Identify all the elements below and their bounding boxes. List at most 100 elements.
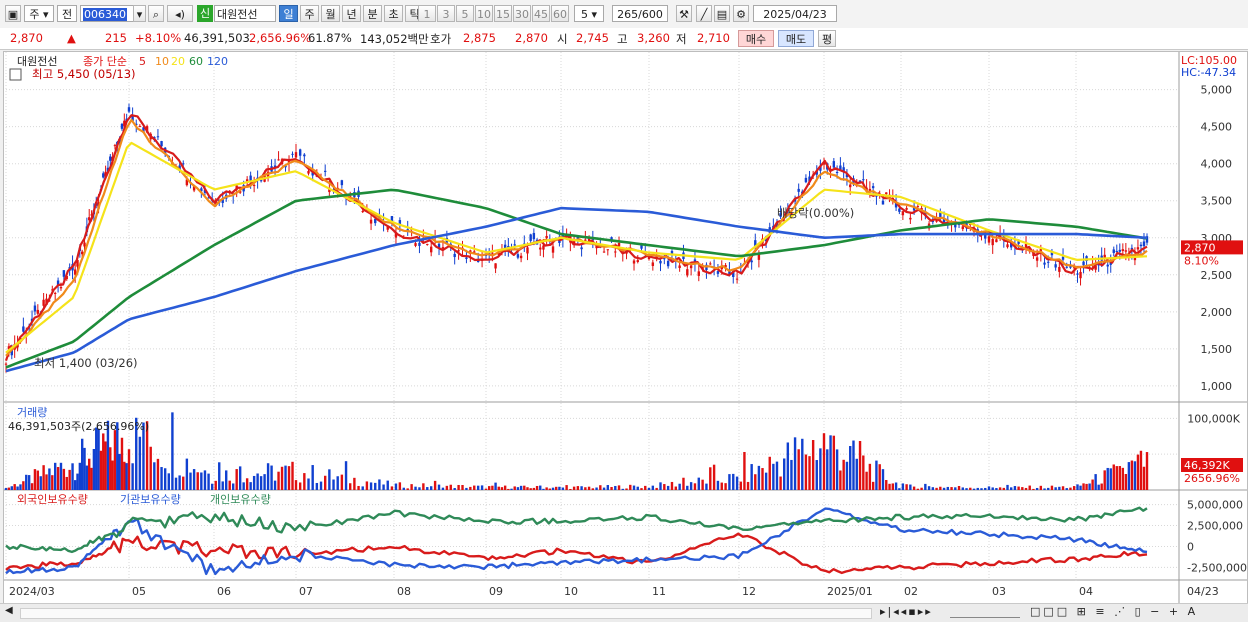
period-tab-3[interactable]: 년 [342, 5, 361, 22]
ask-price: 2,875 [463, 31, 496, 45]
interval-button-10[interactable]: 10 [475, 5, 493, 22]
interval-button-30[interactable]: 30 [513, 5, 531, 22]
tool-icons[interactable]: □□□ ⊞ ≡ ⋰ ▯ − + A [1030, 605, 1198, 618]
volume-bar [797, 449, 800, 490]
volume-bar [171, 412, 174, 490]
volume-bar [920, 487, 923, 490]
volume-bar [303, 473, 306, 490]
volume-bar [826, 449, 829, 490]
sound-icon[interactable]: ◂) [167, 5, 193, 22]
interval-select[interactable]: 5 ▾ [574, 5, 604, 22]
volume-bar [878, 464, 881, 490]
draw-icon[interactable]: ╱ [696, 5, 712, 22]
save-icon[interactable]: ▤ [714, 5, 730, 22]
code-dropdown-icon[interactable]: ▾ [133, 5, 146, 22]
zoom-slider[interactable] [950, 608, 1020, 618]
volume-bar [307, 478, 310, 490]
search-icon[interactable]: ⌕ [148, 5, 164, 22]
period-tab-0[interactable]: 일 [279, 5, 298, 22]
price-tick-label: 1,500 [1201, 343, 1233, 356]
stock-chart[interactable]: 5,0004,5004,0003,5003,0002,5002,0001,500… [4, 52, 1247, 604]
volume-bar [674, 486, 678, 490]
playback-controls-icon[interactable]: ▸|◂◂▪▸▸ [880, 605, 933, 618]
volume-bar [732, 473, 735, 490]
volume-bar [59, 462, 63, 490]
volume-bar [88, 458, 91, 490]
volume-bar [728, 474, 731, 490]
period-tab-1[interactable]: 주 [300, 5, 319, 22]
interval-button-15[interactable]: 15 [494, 5, 512, 22]
scroll-left-icon[interactable]: ◀ [5, 605, 13, 616]
count-field[interactable]: 265/600 [612, 5, 668, 22]
candle-body [4, 363, 8, 365]
candle-body [961, 226, 964, 230]
candle-body [804, 177, 808, 183]
interval-button-5[interactable]: 5 [456, 5, 474, 22]
volume-bar [1094, 474, 1097, 490]
candle-body [414, 243, 417, 246]
stock-name-field[interactable]: 대원전선 [214, 5, 276, 22]
volume-bar [516, 487, 520, 490]
volume-bar [862, 455, 865, 490]
volume-tick-label: 100,000K [1187, 412, 1240, 425]
candle-body [602, 251, 606, 253]
open-price: 2,745 [576, 31, 609, 45]
period-tab-4[interactable]: 분 [363, 5, 382, 22]
type-select[interactable]: 주 ▾ [24, 5, 54, 22]
layout-icon[interactable]: ▣ [5, 5, 21, 22]
candle-body [1106, 264, 1109, 267]
candle-body [291, 153, 294, 155]
candle-body [1058, 266, 1061, 272]
volume-bar [178, 475, 181, 490]
volume-bar [587, 486, 591, 490]
volume-bar [666, 485, 670, 490]
interval-button-1[interactable]: 1 [418, 5, 436, 22]
buy-button[interactable]: 매수 [738, 30, 774, 47]
new-badge: 신 [197, 5, 213, 22]
eval-button[interactable]: 평 [818, 30, 836, 47]
volume-bar [1010, 487, 1013, 490]
volume-bar [716, 480, 720, 490]
current-price: 2,870 [10, 31, 43, 45]
volume-bar [804, 454, 808, 490]
indicator-icon[interactable]: ⚒ [676, 5, 692, 22]
code-input[interactable]: 006340 [80, 5, 140, 22]
volume-bar [361, 486, 364, 490]
interval-button-3[interactable]: 3 [437, 5, 455, 22]
volume-bar [487, 486, 491, 490]
volume-bar [369, 482, 373, 490]
volume-bar [51, 475, 54, 490]
holding-tick-label: -2,500,000 [1187, 561, 1247, 574]
bottom-scrollbar[interactable]: ◀ ▸|◂◂▪▸▸ □□□ ⊞ ≡ ⋰ ▯ − + A [0, 603, 1248, 622]
x-tick-label: 04/23 [1187, 585, 1219, 598]
volume-bar [429, 486, 433, 490]
x-tick-label: 12 [742, 585, 756, 598]
period-tab-5[interactable]: 초 [384, 5, 403, 22]
period-tab-2[interactable]: 월 [321, 5, 340, 22]
chart-area[interactable]: 5,000 4,500 4,000 3,500 3,000 2,500 2,000 1,500… [3, 51, 1248, 605]
volume-bar [625, 488, 628, 490]
volume-bar [532, 487, 536, 490]
sell-button[interactable]: 매도 [778, 30, 814, 47]
volume-bar [632, 485, 636, 490]
volume-bar [102, 433, 105, 490]
candle-body [1043, 262, 1046, 265]
volume-bar [90, 467, 93, 490]
volume-bar [263, 474, 266, 490]
candle-body [750, 260, 753, 263]
scroll-track[interactable] [20, 608, 872, 619]
panel-settings-icon [9, 68, 22, 81]
volume-bar [410, 484, 413, 490]
interval-button-60[interactable]: 60 [551, 5, 569, 22]
prev-button[interactable]: 전 [57, 5, 77, 22]
volume-bar [942, 487, 946, 490]
volume-bar [218, 462, 221, 490]
ma-period-5: 5 [139, 55, 146, 68]
volume-bar [565, 485, 568, 490]
volume-bar [980, 488, 983, 490]
volume-bar [621, 488, 624, 490]
gear-icon[interactable]: ⚙ [733, 5, 749, 22]
volume-bar [469, 486, 472, 490]
date-field[interactable]: 2025/04/23 [753, 5, 837, 22]
interval-button-45[interactable]: 45 [532, 5, 550, 22]
